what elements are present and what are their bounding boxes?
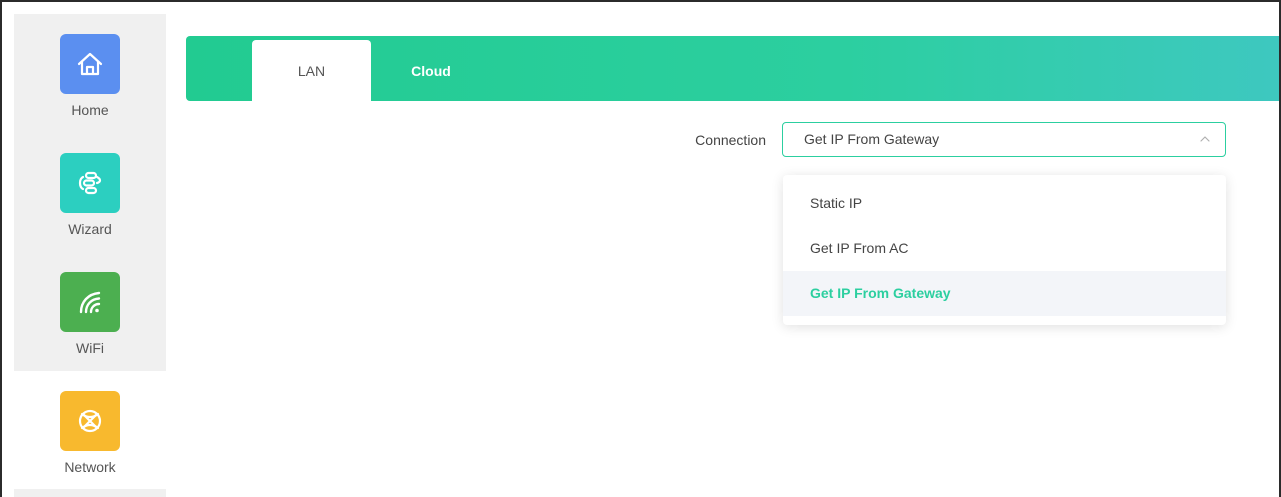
- connection-select-value: Get IP From Gateway: [804, 131, 940, 147]
- tab-cloud[interactable]: Cloud: [386, 40, 476, 101]
- wizard-icon: [60, 153, 120, 213]
- sidebar-item-label: Wizard: [68, 221, 112, 237]
- connection-dropdown: Static IP Get IP From AC Get IP From Gat…: [783, 175, 1226, 325]
- tab-bar: LAN Cloud: [186, 36, 1279, 101]
- option-get-ip-from-ac[interactable]: Get IP From AC: [783, 226, 1226, 271]
- tab-lan[interactable]: LAN: [252, 40, 371, 101]
- sidebar-item-home[interactable]: Home: [14, 14, 166, 132]
- sidebar-item-network[interactable]: Network: [14, 371, 166, 489]
- chevron-up-icon: [1200, 136, 1210, 142]
- connection-select[interactable]: Get IP From Gateway: [782, 122, 1226, 157]
- home-icon: [60, 34, 120, 94]
- wifi-icon: [60, 272, 120, 332]
- sidebar-item-label: Home: [71, 102, 109, 118]
- app-window: Home Wizard WiFi Network LAN Cloud Conne…: [0, 0, 1281, 497]
- option-get-ip-from-gateway[interactable]: Get IP From Gateway: [783, 271, 1226, 316]
- sidebar-item-label: Network: [64, 459, 116, 475]
- option-static-ip[interactable]: Static IP: [783, 181, 1226, 226]
- sidebar-item-wifi[interactable]: WiFi: [14, 252, 166, 370]
- sidebar-item-wizard[interactable]: Wizard: [14, 133, 166, 251]
- sidebar: Home Wizard WiFi Network: [14, 14, 166, 497]
- network-icon: [60, 391, 120, 451]
- sidebar-item-label: WiFi: [76, 340, 104, 356]
- connection-label: Connection: [695, 132, 766, 148]
